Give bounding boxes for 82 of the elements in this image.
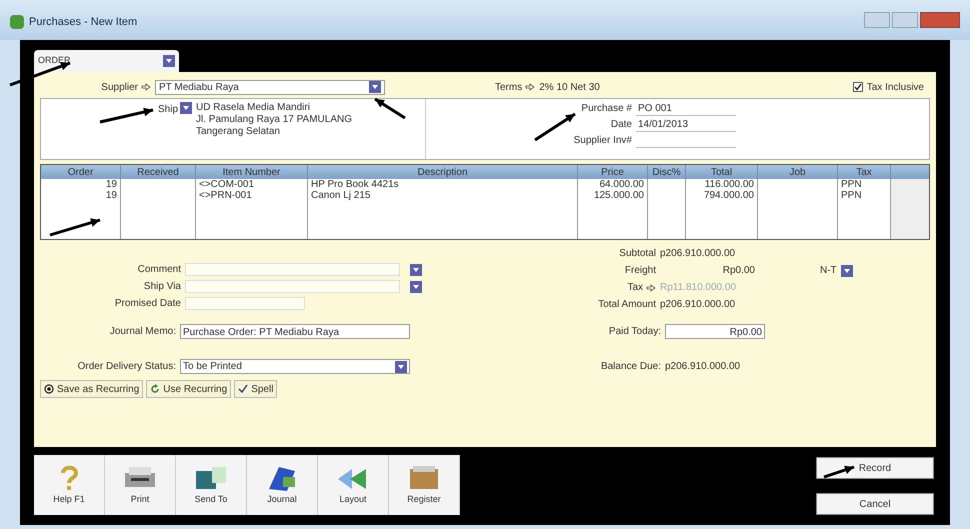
link-arrow-icon[interactable] [646, 284, 656, 292]
terms-value: 2% 10 Net 30 [539, 80, 600, 94]
window-title: Purchases - New Item [29, 14, 138, 30]
table-cell-text: 19 [104, 179, 118, 190]
recurring-button[interactable]: Spell [234, 380, 278, 398]
column-header: Job [758, 165, 838, 179]
annotation-arrow [374, 98, 406, 120]
total-value: Rp0.00 [722, 264, 755, 278]
total-value: p206.910.000.00 [660, 298, 736, 312]
column-header: Received [121, 165, 196, 179]
total-label: Tax [627, 281, 643, 295]
total-value: p206.910.000.00 [660, 247, 736, 261]
spell-check-icon [238, 384, 248, 394]
toolbar-button[interactable]: Journal [247, 455, 318, 515]
tax-inclusive-checkbox[interactable] [852, 82, 863, 92]
total-label: Total Amount [598, 298, 656, 312]
table-cell-text: 125.000.00 [592, 190, 645, 201]
table-cell-text: Canon Lj 215 [310, 190, 372, 201]
scrollbar [891, 179, 929, 239]
table-cell-text: 794.000.00 [702, 190, 755, 201]
field-input[interactable] [185, 280, 400, 293]
recurring-icon [44, 384, 54, 394]
recurring-icon [150, 384, 160, 394]
table-cell-text: PPN [840, 179, 863, 190]
paid-today-field[interactable]: Rp0.00 [665, 324, 765, 339]
table-cell-text: 19 [104, 190, 118, 201]
annotation-arrow [824, 466, 854, 478]
field-label: Date [610, 118, 633, 132]
field-label: Order Delivery Status: [76, 360, 177, 374]
column-header: Description [308, 165, 578, 179]
table-cell-text: <>PRN-001 [198, 190, 253, 201]
total-label: Subtotal [619, 247, 656, 261]
supplier-field[interactable]: PT Mediabu Raya [155, 80, 385, 94]
ship-to-label: Ship [158, 103, 178, 117]
field-input[interactable] [185, 297, 305, 310]
field-input[interactable]: PO 001 [636, 101, 736, 116]
terms-label: Terms [495, 80, 522, 94]
field-label: Comment [136, 263, 182, 277]
toolbar-button[interactable]: Send To [176, 455, 247, 515]
field-label: Promised Date [114, 297, 182, 311]
column-header: Tax [838, 165, 891, 179]
column-header: Item Number [196, 165, 308, 179]
field-input[interactable]: 14/01/2013 [636, 117, 736, 132]
column-header: Disc% [648, 165, 686, 179]
recurring-button[interactable]: Save as Recurring [40, 380, 144, 398]
column-header: Total [686, 165, 758, 179]
column-header: Price [578, 165, 648, 179]
field-label: Supplier Inv# [572, 134, 633, 148]
field-label: Purchase # [580, 102, 633, 116]
column-header: Order [41, 165, 121, 179]
table-cell-text: PPN [840, 190, 863, 201]
action-button[interactable]: Record [816, 457, 934, 479]
toolbar-button[interactable]: Help F1 [34, 455, 105, 515]
total-label: Freight [624, 264, 656, 278]
journal-memo-field[interactable]: Purchase Order: PT Mediabu Raya [180, 324, 410, 339]
field-label: Journal Memo: [108, 325, 177, 339]
tax-code: N-T [820, 264, 837, 278]
field-label: Ship Via [142, 280, 182, 294]
table-cell-text: <>COM-001 [198, 179, 256, 190]
field-label: Paid Today: [608, 325, 662, 339]
annotation-arrow [100, 108, 154, 124]
table-cell-text: HP Pro Book 4421s [310, 179, 400, 190]
annotation-arrow [50, 218, 100, 236]
tax-inclusive-label: Tax Inclusive [866, 80, 924, 94]
delivery-status-dropdown[interactable]: To be Printed [180, 359, 410, 374]
recurring-button[interactable]: Use Recurring [146, 380, 232, 398]
total-value: Rp11.810.000.00 [660, 281, 737, 295]
table-cell-text: 116.000.00 [704, 179, 755, 190]
link-arrow-icon[interactable] [141, 83, 151, 91]
table-cell-text: 64.000.00 [598, 179, 645, 190]
annotation-arrow [534, 112, 576, 142]
toolbar-button[interactable]: Register [389, 455, 460, 515]
toolbar-button[interactable]: Print [105, 455, 176, 515]
field-label: Balance Due: [600, 360, 662, 374]
balance-due-value: p206.910.000.00 [665, 360, 740, 374]
link-arrow-icon[interactable] [525, 83, 536, 91]
layout-dropdown[interactable]: ORDER [34, 50, 179, 72]
toolbar-button[interactable]: Layout [318, 455, 389, 515]
action-button[interactable]: Cancel [816, 493, 934, 515]
app-icon [10, 15, 24, 29]
supplier-label: Supplier [101, 80, 138, 94]
field-input[interactable] [185, 263, 400, 276]
